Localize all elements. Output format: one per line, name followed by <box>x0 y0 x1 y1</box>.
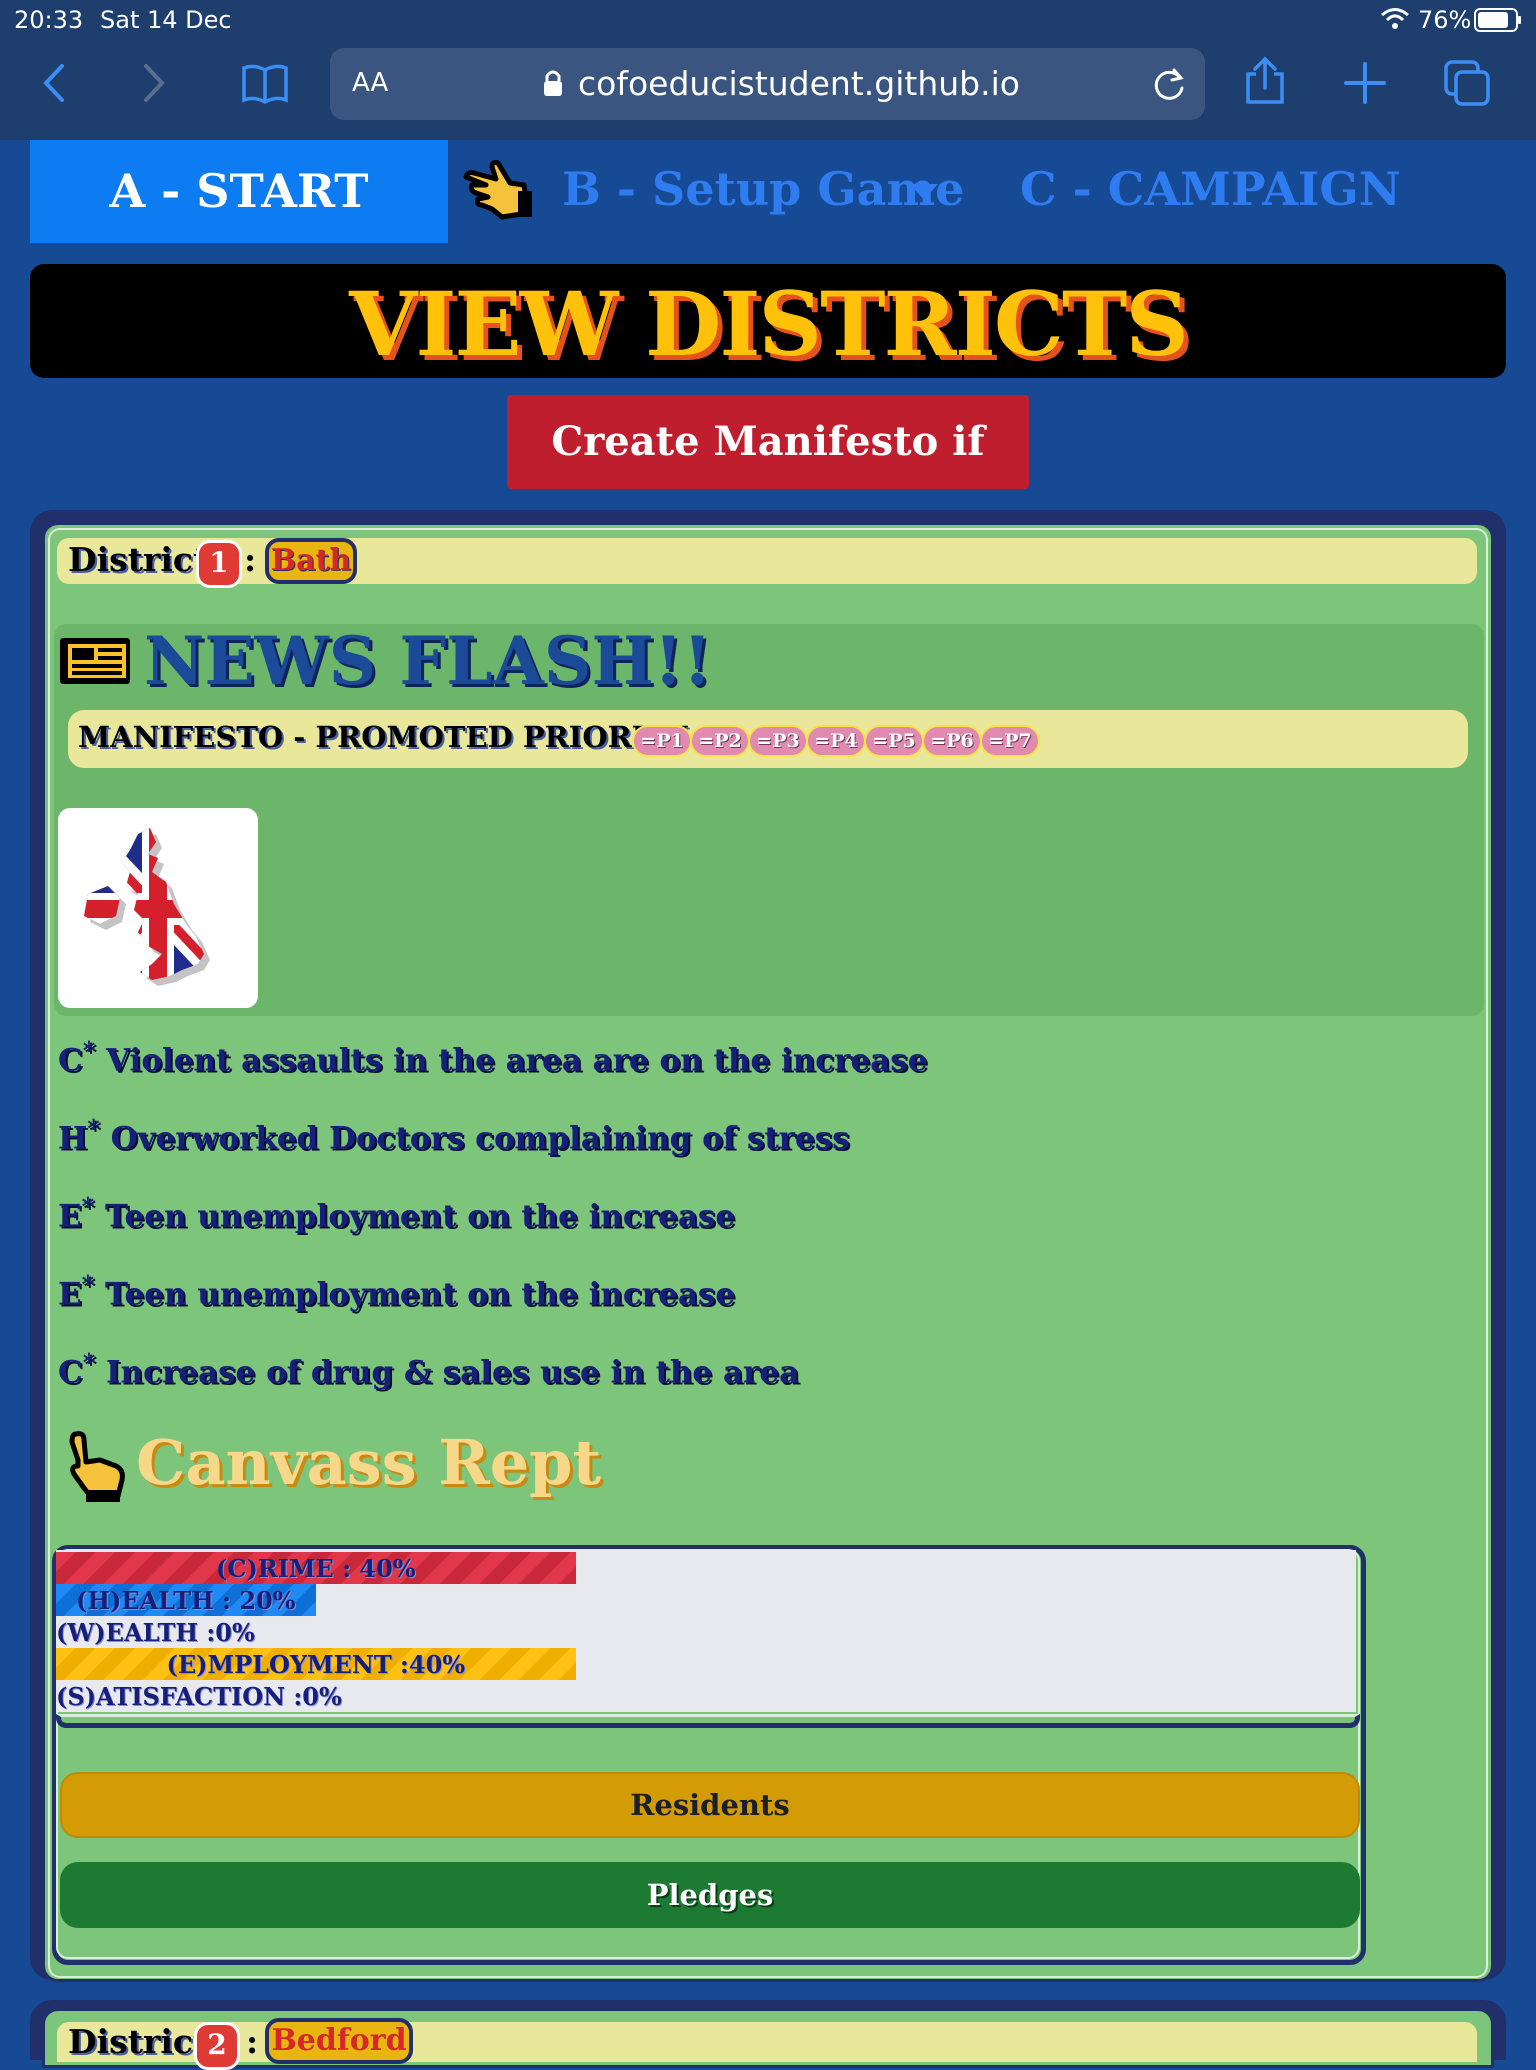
create-manifesto-button[interactable]: Create Manifesto if ready <box>507 395 1029 559</box>
district-separator: : <box>244 540 257 579</box>
priority-chip[interactable]: =P6 <box>922 725 982 757</box>
news-item: H* Overworked Doctors complaining of str… <box>58 1114 850 1157</box>
new-tab-icon[interactable] <box>1340 58 1390 108</box>
district-name-badge: Bedford <box>265 2018 413 2064</box>
tab-setup-game[interactable]: B - Setup Game <box>562 162 964 216</box>
news-item: C* Violent assaults in the area are on t… <box>58 1036 928 1079</box>
wifi-icon <box>1381 8 1409 29</box>
district-separator: : <box>246 2022 259 2061</box>
address-bar[interactable]: AA cofoeducistudent.github.io <box>330 48 1205 120</box>
canvass-bar-label: (W)EALTH :0% <box>56 1618 255 1647</box>
priority-chip[interactable]: =P5 <box>864 725 924 757</box>
news-item: E* Teen unemployment on the increase <box>58 1270 736 1313</box>
canvass-bar-label: (C)RIME : 40% <box>216 1554 416 1583</box>
tab-start-here[interactable]: A - START HERE <box>30 140 448 321</box>
status-bar: 20:33 Sat 14 Dec 76% <box>0 0 1536 40</box>
canvass-bar-label: (H)EALTH : 20% <box>76 1586 296 1615</box>
battery-icon <box>1474 8 1521 32</box>
status-time: 20:33 <box>14 6 84 34</box>
tab-campaign[interactable]: C - CAMPAIGN <box>1020 162 1401 216</box>
newspaper-icon <box>60 638 130 684</box>
district-number-badge: 2 <box>194 2022 240 2070</box>
news-flash-title: NEWS FLASH!! <box>144 622 712 700</box>
priority-chip[interactable]: =P3 <box>748 725 808 757</box>
url-text[interactable]: cofoeducistudent.github.io <box>578 64 1020 103</box>
pledges-button[interactable]: Pledges <box>60 1862 1360 1928</box>
residents-button[interactable]: Residents <box>60 1772 1360 1838</box>
priority-chip[interactable]: =P1 <box>632 725 692 757</box>
back-icon[interactable] <box>30 58 80 108</box>
text-size-button[interactable]: AA <box>352 68 388 98</box>
canvass-bar-label: (E)MPLOYMENT :40% <box>166 1650 466 1679</box>
tabs-icon[interactable] <box>1442 58 1492 108</box>
canvass-report-title: Canvass Rept <box>136 1426 602 1499</box>
forward-icon[interactable] <box>128 58 178 108</box>
chevron-down-icon[interactable] <box>910 184 938 200</box>
browser-chrome: 20:33 Sat 14 Dec 76% AA cofoeducistudent… <box>0 0 1536 140</box>
priority-label: MANIFESTO - PROMOTED PRIORITY : <box>78 720 709 754</box>
priority-chip[interactable]: =P4 <box>806 725 866 757</box>
canvass-bars-footer <box>56 1714 1360 1728</box>
status-date: Sat 14 Dec <box>100 6 232 34</box>
uk-flag-map-icon <box>84 828 210 986</box>
reload-icon[interactable] <box>1150 66 1188 104</box>
page-header: VIEW DISTRICTS <box>30 264 1506 378</box>
share-icon[interactable] <box>1240 56 1290 106</box>
district-name-badge: Bath <box>265 538 357 584</box>
canvass-bar-label: (S)ATISFACTION :0% <box>56 1682 342 1711</box>
priority-chip[interactable]: =P2 <box>690 725 750 757</box>
lock-icon <box>544 70 562 96</box>
news-item: C* Increase of drug & sales use in the a… <box>58 1348 800 1391</box>
pointing-hand-icon <box>69 1431 125 1502</box>
priority-chip[interactable]: =P7 <box>980 725 1040 757</box>
bookmarks-icon[interactable] <box>240 58 290 108</box>
district-number-badge: 1 <box>196 540 242 588</box>
pointing-hand-icon <box>463 160 532 220</box>
news-item: E* Teen unemployment on the increase <box>58 1192 736 1235</box>
battery-percent: 76% <box>1418 6 1472 34</box>
page-title: VIEW DISTRICTS <box>349 272 1189 376</box>
